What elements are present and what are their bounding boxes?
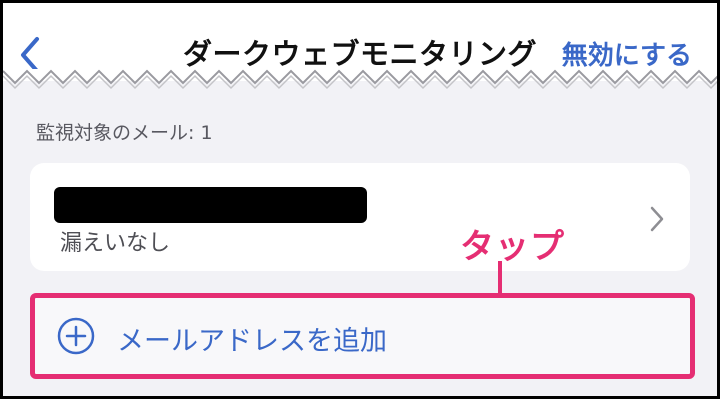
add-email-label: メールアドレスを追加 (117, 326, 387, 357)
redacted-email-address (54, 187, 367, 223)
monitored-count-label: 監視対象のメール: 1 (36, 122, 213, 144)
add-email-button[interactable]: メールアドレスを追加 (30, 293, 695, 379)
chevron-right-icon (650, 206, 664, 232)
torn-edge-divider (3, 69, 717, 90)
screenshot-frame: ダークウェブモニタリング 無効にする 監視対象のメール: 1 漏えいなし タップ… (0, 0, 720, 399)
monitored-email-item[interactable]: 漏えいなし (30, 163, 690, 271)
leak-status-text: 漏えいなし (60, 231, 171, 256)
plus-circle-icon (57, 317, 95, 355)
disable-button[interactable]: 無効にする (562, 35, 692, 72)
